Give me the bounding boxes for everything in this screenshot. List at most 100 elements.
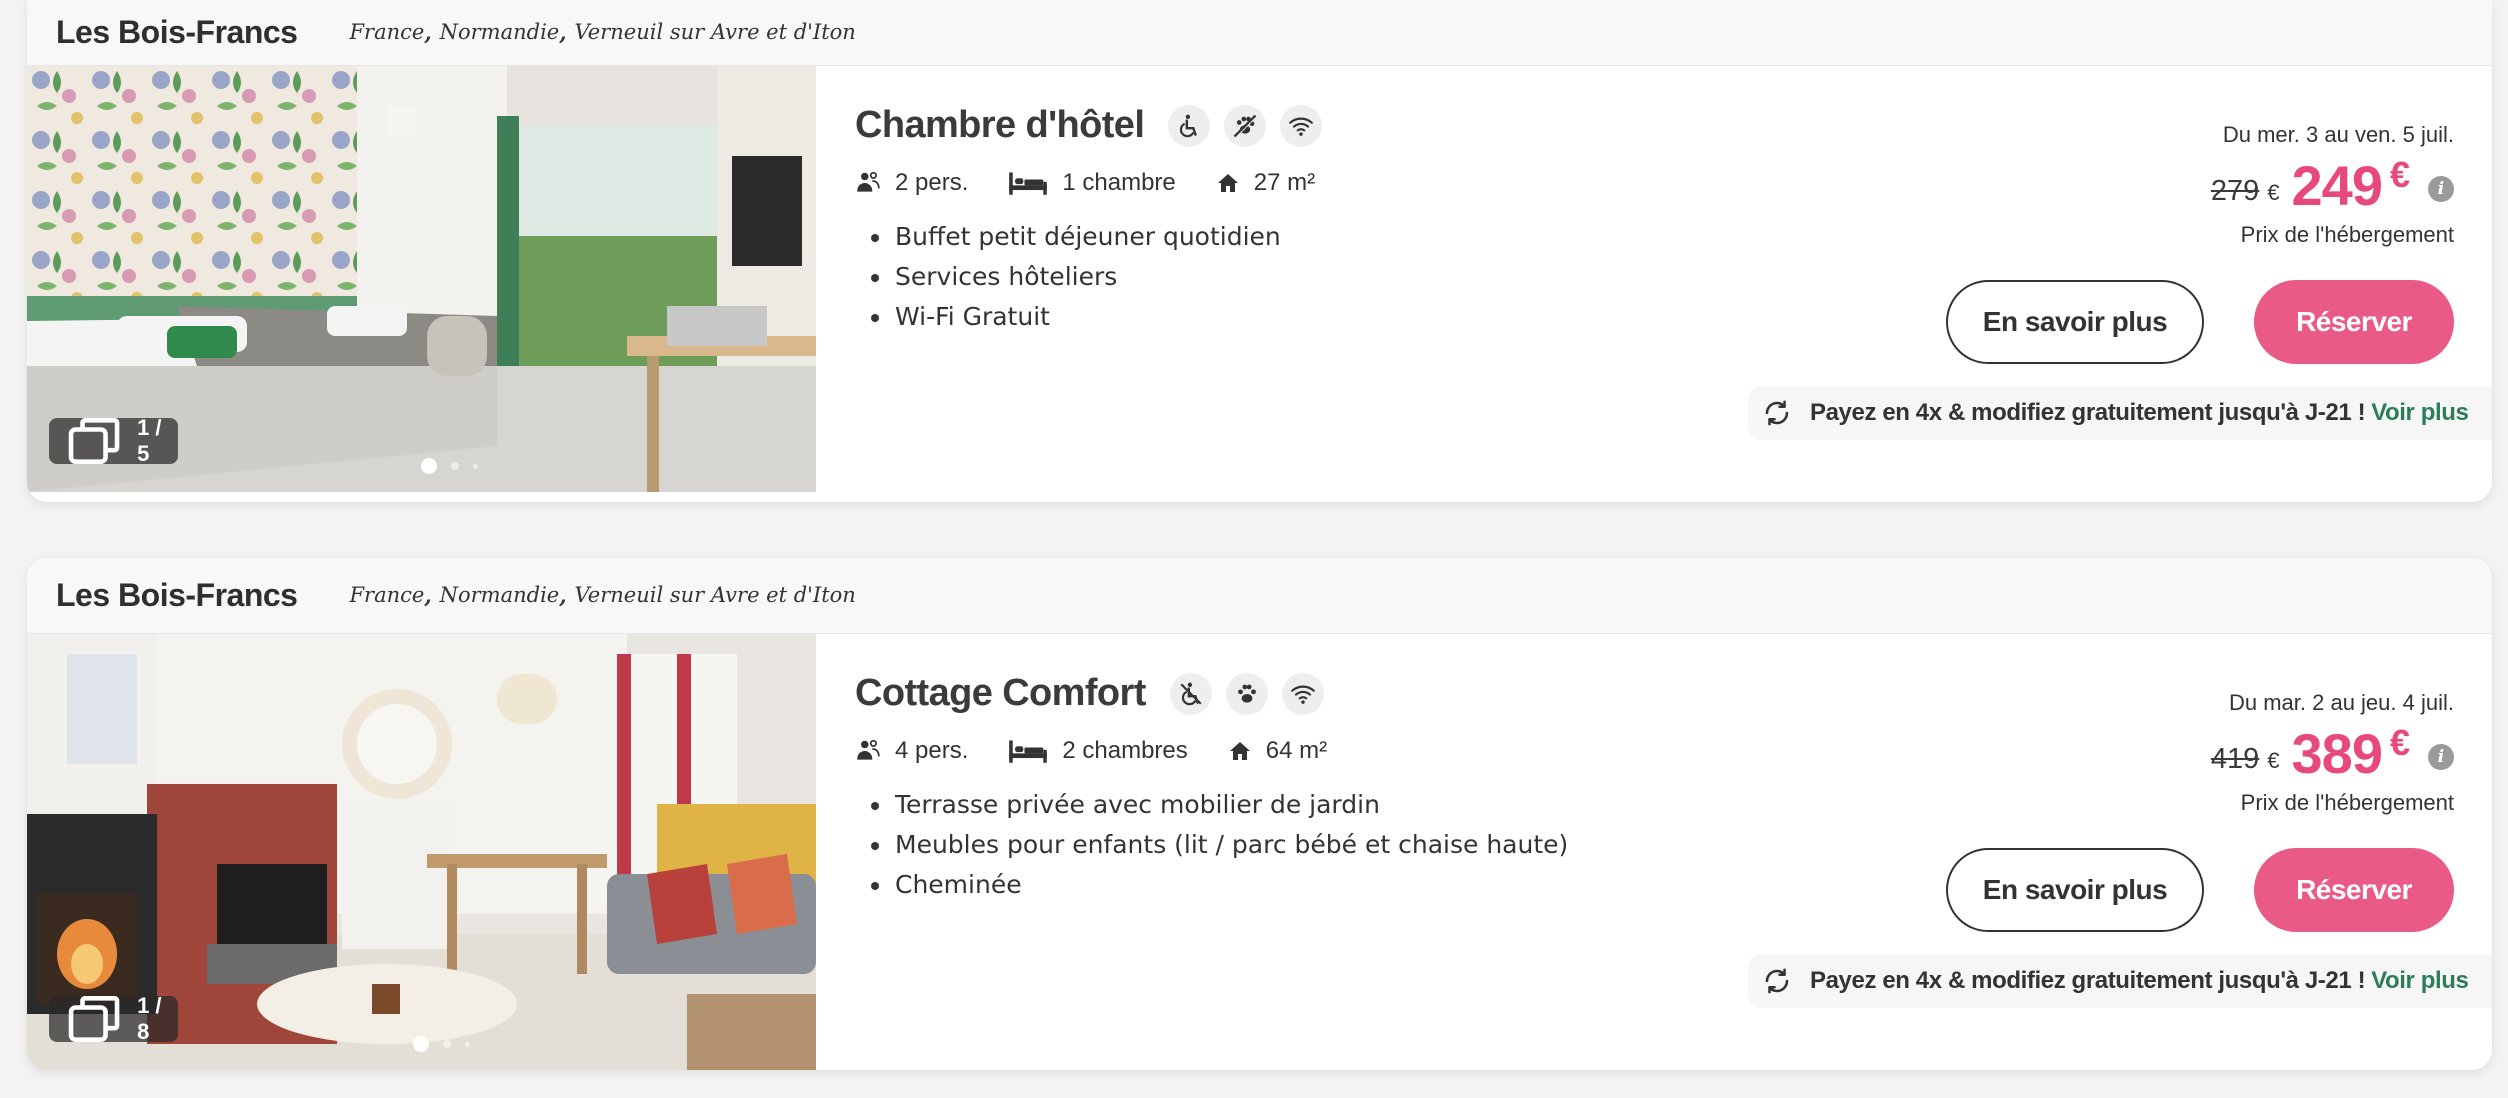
spec-persons: 2 pers. (855, 169, 968, 197)
rooms-text: 1 chambre (1062, 169, 1176, 196)
stay-dates: Du mar. 2 au jeu. 4 juil. (2228, 690, 2454, 715)
room-specs: 2 pers. 1 chambre 27 m² (855, 169, 1355, 197)
promo-text: Payez en 4x & modifiez gratuitement jusq… (1810, 967, 2366, 994)
book-button[interactable]: Réserver (2254, 280, 2454, 364)
gallery-icon (68, 418, 120, 464)
price-row: 279 € 249 € i (2210, 154, 2454, 217)
site-name[interactable]: Les Bois-Francs (56, 14, 298, 51)
card-body: 1 / 8 Cottage Comfort 4 pers. 2 chambres… (27, 634, 2492, 1070)
bed-icon (1009, 740, 1048, 763)
book-button[interactable]: Réserver (2254, 848, 2454, 932)
price-label: Prix de l'hébergement (2240, 222, 2454, 247)
carousel-dot[interactable] (465, 1042, 470, 1047)
info-icon[interactable]: i (2428, 744, 2454, 770)
photo-counter: 1 / 5 (49, 415, 179, 466)
refresh-icon (1762, 398, 1792, 428)
feature-list: Buffet petit déjeuner quotidien Services… (855, 217, 1355, 337)
room-specs: 4 pers. 2 chambres 64 m² (855, 737, 1568, 765)
location-region: Normandie (439, 583, 560, 607)
spec-area: 27 m² (1216, 169, 1315, 197)
carousel-dots (27, 1036, 816, 1052)
room-title[interactable]: Chambre d'hôtel (855, 104, 1145, 147)
learn-more-button[interactable]: En savoir plus (1946, 848, 2204, 932)
room-info: Chambre d'hôtel 2 pers. 1 chambre 27 m² … (855, 104, 1355, 337)
spec-rooms: 1 chambre (1008, 169, 1176, 197)
photo-counter: 1 / 8 (49, 993, 179, 1044)
current-price-currency: € (2389, 154, 2410, 195)
feature-item: Wi-Fi Gratuit (893, 297, 1355, 337)
wheelchair-icon (1168, 104, 1211, 147)
location-town: Verneuil sur Avre et d'Iton (574, 20, 856, 44)
gallery-icon (68, 996, 120, 1042)
card-header: Les Bois-Francs France, Normandie, Verne… (27, 558, 2492, 634)
amenity-icons (1168, 104, 1323, 147)
current-price-currency: € (2389, 722, 2410, 763)
card-header: Les Bois-Francs France, Normandie, Verne… (27, 0, 2492, 66)
wifi-icon (1280, 104, 1323, 147)
payment-promo: Payez en 4x & modifiez gratuitement jusq… (1748, 954, 2492, 1008)
learn-more-button[interactable]: En savoir plus (1946, 280, 2204, 364)
old-price-currency: € (2267, 180, 2280, 205)
current-price: 249 (2291, 154, 2383, 217)
carousel-dots (27, 458, 816, 474)
amenity-icons (1169, 672, 1324, 715)
carousel-dot[interactable] (451, 462, 459, 470)
spec-area: 64 m² (1228, 737, 1327, 765)
spec-persons: 4 pers. (855, 737, 968, 765)
carousel-dot[interactable] (443, 1040, 451, 1048)
info-icon[interactable]: i (2428, 176, 2454, 202)
area-text: 64 m² (1265, 737, 1328, 764)
accommodation-card: Les Bois-Francs France, Normandie, Verne… (27, 558, 2492, 1070)
no-pets-icon (1224, 104, 1267, 147)
action-buttons: En savoir plus Réserver (1946, 280, 2454, 364)
old-price-currency: € (2267, 748, 2280, 773)
old-price: 419 (2210, 743, 2260, 775)
room-photo[interactable]: 1 / 5 (27, 66, 816, 492)
promo-text: Payez en 4x & modifiez gratuitement jusq… (1810, 399, 2366, 426)
card-body: 1 / 5 Chambre d'hôtel 2 pers. 1 chambre … (27, 66, 2492, 492)
persons-icon (857, 739, 880, 760)
persons-icon (857, 171, 880, 192)
wifi-icon (1281, 672, 1324, 715)
price-row: 419 € 389 € i (2210, 722, 2454, 785)
feature-item: Buffet petit déjeuner quotidien (893, 217, 1355, 257)
feature-item: Services hôteliers (893, 257, 1355, 297)
location-town: Verneuil sur Avre et d'Iton (574, 583, 856, 607)
old-price: 279 (2210, 175, 2260, 207)
carousel-dot-active[interactable] (421, 458, 437, 474)
bed-icon (1009, 172, 1048, 195)
photo-counter-text: 1 / 8 (137, 993, 162, 1044)
spec-rooms: 2 chambres (1008, 737, 1188, 765)
pricing: Du mar. 2 au jeu. 4 juil. 419 € 389 € i … (2211, 690, 2454, 816)
rooms-text: 2 chambres (1062, 737, 1188, 764)
action-buttons: En savoir plus Réserver (1946, 848, 2454, 932)
price-label: Prix de l'hébergement (2240, 790, 2454, 815)
carousel-dot-active[interactable] (413, 1036, 429, 1052)
location-breadcrumb: France, Normandie, Verneuil sur Avre et … (349, 20, 856, 45)
see-more-link[interactable]: Voir plus (2371, 399, 2469, 427)
current-price: 389 (2291, 722, 2383, 785)
location-breadcrumb: France, Normandie, Verneuil sur Avre et … (349, 583, 856, 608)
pets-icon (1225, 672, 1268, 715)
location-country: France (349, 583, 425, 607)
room-info: Cottage Comfort 4 pers. 2 chambres 64 m²… (855, 672, 1568, 905)
pricing: Du mer. 3 au ven. 5 juil. 279 € 249 € i … (2211, 122, 2454, 248)
accommodation-card: Les Bois-Francs France, Normandie, Verne… (27, 0, 2492, 502)
area-text: 27 m² (1253, 169, 1316, 196)
room-title[interactable]: Cottage Comfort (855, 672, 1146, 715)
feature-item: Meubles pour enfants (lit / parc bébé et… (893, 825, 1568, 865)
location-region: Normandie (439, 20, 560, 44)
payment-promo: Payez en 4x & modifiez gratuitement jusq… (1748, 386, 2492, 440)
stay-dates: Du mer. 3 au ven. 5 juil. (2222, 122, 2454, 147)
photo-counter-text: 1 / 5 (137, 415, 162, 466)
persons-text: 4 pers. (895, 737, 969, 764)
no-wheelchair-icon (1169, 672, 1212, 715)
location-country: France (349, 20, 425, 44)
room-photo[interactable]: 1 / 8 (27, 634, 816, 1070)
see-more-link[interactable]: Voir plus (2371, 967, 2469, 995)
persons-text: 2 pers. (895, 169, 969, 196)
refresh-icon (1762, 966, 1792, 996)
carousel-dot[interactable] (473, 464, 478, 469)
site-name[interactable]: Les Bois-Francs (56, 577, 298, 614)
feature-item: Terrasse privée avec mobilier de jardin (893, 785, 1568, 825)
